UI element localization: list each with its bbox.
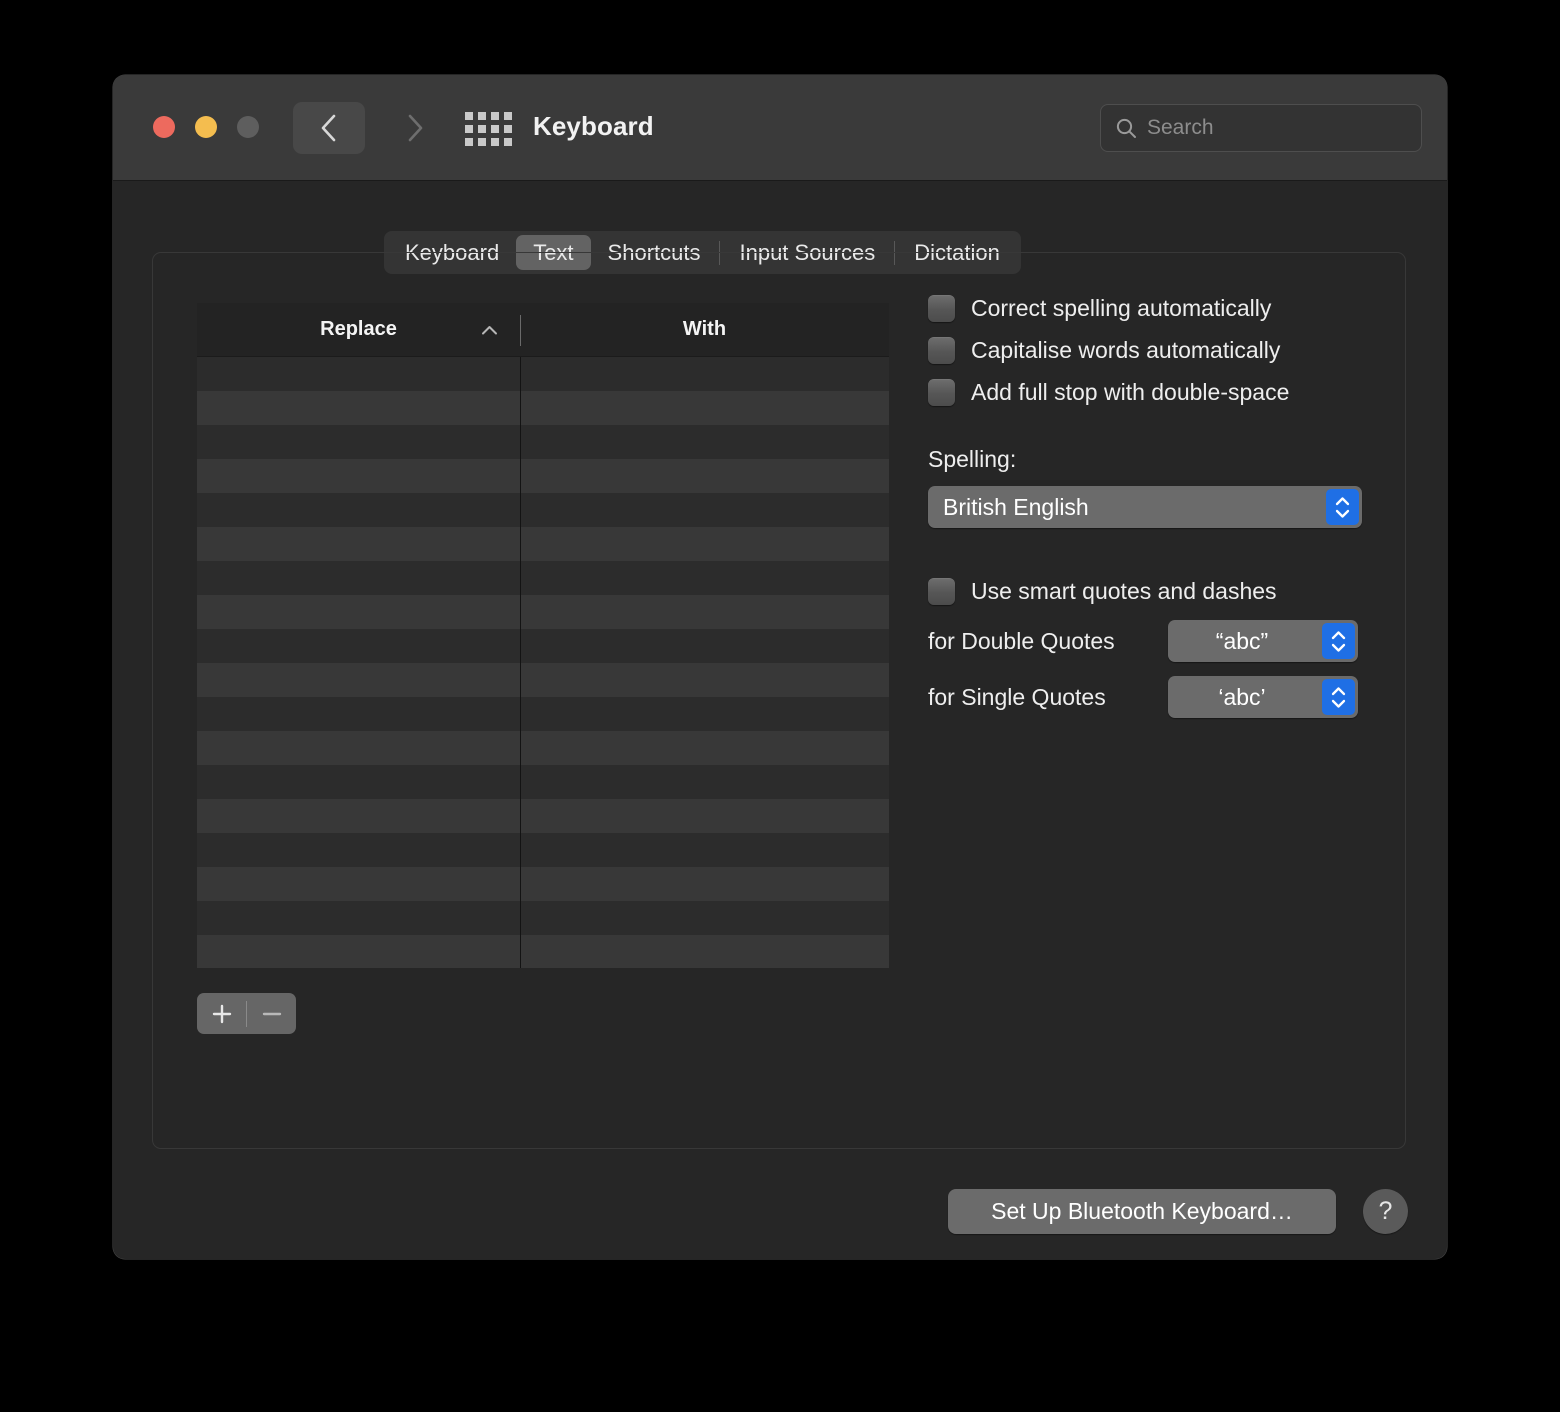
table-row[interactable]: [197, 901, 889, 935]
search-icon: [1116, 118, 1136, 138]
table-row[interactable]: [197, 493, 889, 527]
minus-icon: [262, 1012, 281, 1015]
single-quotes-selected-value: ‘abc’: [1218, 683, 1266, 710]
back-button[interactable]: [293, 102, 365, 154]
checkbox-row-smart-quotes[interactable]: Use smart quotes and dashes: [928, 578, 1378, 605]
table-row[interactable]: [197, 799, 889, 833]
search-input[interactable]: [1147, 116, 1418, 140]
forward-button: [379, 102, 451, 154]
show-all-grid-icon[interactable]: [465, 112, 515, 146]
capitalise-words-label: Capitalise words automatically: [971, 337, 1281, 363]
smart-quotes-group: Use smart quotes and dashes for Double Q…: [928, 578, 1378, 718]
spelling-stepper-icon[interactable]: [1326, 489, 1359, 525]
chevron-down-icon: [1331, 643, 1346, 652]
add-remove-segmented-control: [197, 993, 296, 1034]
system-preferences-window: Keyboard Keyboard Text Shortcuts Input S…: [113, 75, 1447, 1259]
help-button[interactable]: ?: [1363, 1189, 1408, 1234]
correct-spelling-checkbox[interactable]: [928, 295, 955, 322]
table-row[interactable]: [197, 357, 889, 391]
table-row[interactable]: [197, 935, 889, 968]
chevron-up-icon: [1331, 630, 1346, 639]
text-replacements-table[interactable]: Replace With: [197, 303, 889, 968]
checkbox-row-full-stop[interactable]: Add full stop with double-space: [928, 379, 1378, 406]
table-row[interactable]: [197, 663, 889, 697]
add-full-stop-checkbox[interactable]: [928, 379, 955, 406]
table-row[interactable]: [197, 459, 889, 493]
table-row[interactable]: [197, 527, 889, 561]
add-full-stop-label: Add full stop with double-space: [971, 379, 1290, 405]
chevron-down-icon: [1335, 509, 1350, 518]
minimize-window-button[interactable]: [195, 116, 217, 138]
chevron-right-icon: [408, 114, 423, 142]
checkbox-row-capitalise-words[interactable]: Capitalise words automatically: [928, 337, 1378, 364]
double-quotes-row: for Double Quotes “abc”: [928, 620, 1378, 662]
text-preferences-panel: Replace With Correct spelling automatica…: [152, 252, 1406, 1149]
correct-spelling-label: Correct spelling automatically: [971, 295, 1272, 321]
spelling-label: Spelling:: [928, 446, 1017, 472]
double-quotes-popup-button[interactable]: “abc”: [1168, 620, 1358, 662]
plus-icon: [212, 1004, 231, 1023]
table-row[interactable]: [197, 697, 889, 731]
capitalise-words-checkbox[interactable]: [928, 337, 955, 364]
double-quotes-selected-value: “abc”: [1215, 627, 1269, 654]
table-row[interactable]: [197, 765, 889, 799]
chevron-down-icon: [1331, 699, 1346, 708]
set-up-bluetooth-keyboard-button[interactable]: Set Up Bluetooth Keyboard…: [948, 1189, 1336, 1234]
window-titlebar: Keyboard: [113, 75, 1447, 181]
table-row[interactable]: [197, 867, 889, 901]
table-row[interactable]: [197, 595, 889, 629]
table-row[interactable]: [197, 425, 889, 459]
single-quotes-label: for Single Quotes: [928, 683, 1106, 710]
close-window-button[interactable]: [153, 116, 175, 138]
table-row[interactable]: [197, 391, 889, 425]
spelling-popup-button[interactable]: British English: [928, 486, 1362, 528]
table-body: [197, 357, 889, 968]
table-header-row: Replace With: [197, 303, 889, 357]
table-row[interactable]: [197, 833, 889, 867]
column-header-divider[interactable]: [520, 315, 521, 346]
double-quotes-stepper-icon[interactable]: [1322, 623, 1355, 659]
chevron-up-icon: [1331, 686, 1346, 695]
column-header-with[interactable]: With: [520, 303, 889, 356]
table-row[interactable]: [197, 731, 889, 765]
checkbox-row-correct-spelling[interactable]: Correct spelling automatically: [928, 295, 1378, 322]
add-replacement-button[interactable]: [197, 993, 246, 1034]
table-column-divider: [520, 357, 521, 968]
single-quotes-stepper-icon[interactable]: [1322, 679, 1355, 715]
double-quotes-label: for Double Quotes: [928, 627, 1115, 654]
table-row[interactable]: [197, 629, 889, 663]
single-quotes-row: for Single Quotes ‘abc’: [928, 676, 1378, 718]
chevron-up-icon: [482, 325, 497, 334]
smart-quotes-label: Use smart quotes and dashes: [971, 578, 1277, 604]
remove-replacement-button[interactable]: [247, 993, 296, 1034]
single-quotes-popup-button[interactable]: ‘abc’: [1168, 676, 1358, 718]
traffic-light-group: [153, 116, 259, 138]
column-header-replace-label: Replace: [320, 318, 397, 340]
table-row[interactable]: [197, 561, 889, 595]
column-header-replace[interactable]: Replace: [197, 303, 520, 356]
chevron-left-icon: [321, 114, 336, 142]
smart-quotes-checkbox[interactable]: [928, 578, 955, 605]
zoom-window-button: [237, 116, 259, 138]
spelling-selected-value: British English: [943, 493, 1089, 520]
column-header-with-label: With: [682, 318, 727, 340]
chevron-up-icon: [1335, 496, 1350, 505]
page-title: Keyboard: [533, 111, 654, 141]
search-field[interactable]: [1100, 104, 1422, 152]
text-options-group: Correct spelling automatically Capitalis…: [928, 295, 1378, 718]
